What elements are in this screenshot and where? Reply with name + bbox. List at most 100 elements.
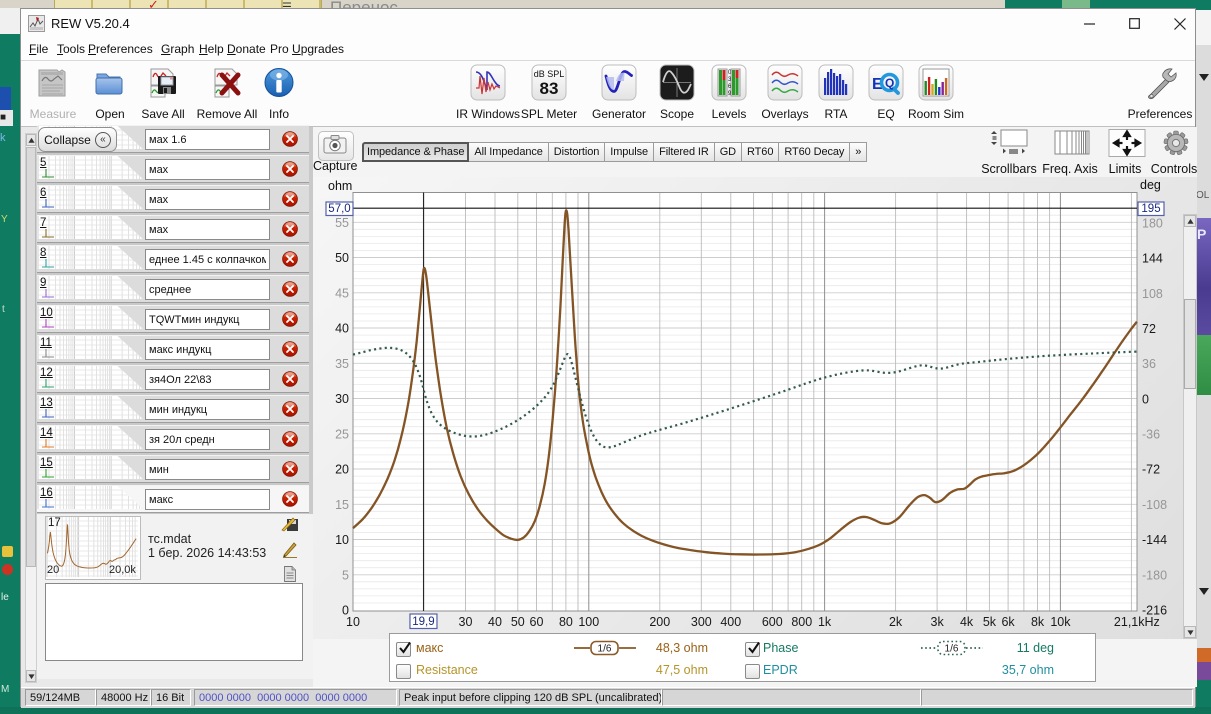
menu-preferences[interactable]: Preferences (88, 42, 153, 56)
measurement-notes-input[interactable] (45, 583, 303, 661)
delete-measurement-button[interactable] (282, 281, 298, 297)
measurement-name-input[interactable] (145, 129, 270, 150)
menu-donate[interactable]: Donate (227, 42, 266, 56)
maximize-button[interactable] (1112, 9, 1157, 38)
delete-measurement-button[interactable] (282, 371, 298, 387)
delete-measurement-button[interactable] (282, 431, 298, 447)
legend-checkbox-epdr[interactable] (745, 664, 760, 679)
measurement-row-12[interactable]: 12 (37, 365, 309, 393)
graph-scrollbar[interactable] (1183, 214, 1197, 639)
toolbar-ir-windows[interactable]: IR Windows (453, 64, 523, 121)
measurement-mini-graph (37, 396, 143, 419)
resistor-smoothing-icon[interactable]: 1/6 (574, 639, 636, 662)
status-cell-1: 48000 Hz (96, 689, 151, 706)
measurement-name-input[interactable] (145, 339, 270, 360)
measurement-row-7[interactable]: 7 (37, 215, 309, 243)
x-tick: 600 (762, 615, 783, 629)
measurement-index: 14 (40, 427, 53, 439)
measurement-row-13[interactable]: 13 (37, 395, 309, 423)
delete-measurement-button[interactable] (282, 341, 298, 357)
background-window-text: Перенос (330, 0, 398, 8)
scroll-up-button[interactable] (26, 134, 36, 146)
graph-button-controls[interactable]: Controls (1141, 129, 1207, 176)
measurement-row-11[interactable]: 11 (37, 335, 309, 363)
remove-all-icon (209, 64, 245, 101)
measurement-row-9[interactable]: 9 (37, 275, 309, 303)
scroll-down-button[interactable] (26, 670, 36, 682)
toolbar-info[interactable]: Info (244, 64, 314, 121)
tab-filtered-ir[interactable]: Filtered IR (654, 142, 715, 162)
delete-measurement-button[interactable] (282, 221, 298, 237)
legend-checkbox-phase[interactable] (745, 641, 760, 657)
svg-text:195: 195 (1141, 203, 1160, 215)
toolbar-spl-meter[interactable]: dB SPL 83 SPL Meter (514, 64, 584, 121)
sidebar-scrollbar-thumb[interactable] (26, 147, 36, 567)
delete-measurement-button[interactable] (282, 401, 298, 417)
delete-measurement-button[interactable] (282, 161, 298, 177)
measurement-name-input[interactable] (145, 189, 270, 210)
graph-scroll-up[interactable] (1184, 215, 1196, 227)
info-icon (261, 64, 297, 101)
measurement-row-15[interactable]: 15 (37, 455, 309, 483)
y-left-tick: 55 (335, 216, 349, 230)
menu-file[interactable]: File (29, 42, 48, 56)
measurement-name-input[interactable] (145, 279, 270, 300)
x-tick: 200 (649, 615, 670, 629)
toolbar-save-all[interactable]: Save All (128, 64, 198, 121)
scale-measurement-icon[interactable] (281, 516, 299, 532)
tab--[interactable]: » (850, 142, 868, 162)
delete-measurement-button[interactable] (282, 191, 298, 207)
tab-rt60[interactable]: RT60 (742, 142, 780, 162)
measurement-row[interactable]: Collapse « (37, 125, 309, 153)
delete-measurement-button[interactable] (282, 461, 298, 477)
measurement-name-input[interactable] (145, 309, 270, 330)
graph-scrollbar-thumb[interactable] (1184, 299, 1196, 389)
legend-checkbox-resistance[interactable] (396, 664, 411, 679)
delete-measurement-button[interactable] (282, 311, 298, 327)
delete-measurement-button[interactable] (282, 491, 298, 507)
measurement-name-input[interactable] (145, 459, 270, 480)
measurement-name-input[interactable] (145, 159, 270, 180)
sidebar-scrollbar[interactable] (25, 133, 37, 683)
measurement-name-input[interactable] (145, 369, 270, 390)
edit-comment-icon[interactable] (281, 542, 299, 558)
close-button[interactable] (1157, 9, 1202, 38)
collapse-button[interactable]: Collapse « (38, 127, 117, 152)
current-measurement-info: 17 20 20,0k тс.mdat 1 бер. 2026 14:43:53 (37, 514, 313, 679)
toolbar-preferences[interactable]: Preferences (1121, 64, 1199, 121)
measurement-name-input[interactable] (145, 489, 270, 510)
measurement-row-6[interactable]: 6 (37, 185, 309, 213)
measurement-name-input[interactable] (145, 219, 270, 240)
measurement-row-14[interactable]: 14 (37, 425, 309, 453)
notes-icon[interactable] (281, 566, 299, 582)
tab-impulse[interactable]: Impulse (605, 142, 655, 162)
tab-rt60-decay[interactable]: RT60 Decay (779, 142, 851, 162)
x-tick: 300 (691, 615, 712, 629)
minimize-button[interactable] (1067, 9, 1112, 38)
measurement-row-10[interactable]: 10 (37, 305, 309, 333)
graph-scroll-down[interactable] (1184, 626, 1196, 638)
measurement-row-8[interactable]: 8 (37, 245, 309, 273)
capture-button[interactable] (318, 131, 354, 161)
toolbar-room-sim[interactable]: Room Sim (901, 64, 971, 121)
menu-tools[interactable]: Tools (57, 42, 85, 56)
rta-icon (818, 64, 854, 101)
menu-pro-upgrades[interactable]: Pro Upgrades (270, 42, 344, 56)
delete-measurement-button[interactable] (282, 251, 298, 267)
measurement-row-16[interactable]: 16 (37, 485, 309, 513)
menu-help[interactable]: Help (199, 42, 224, 56)
graph-button-scrollbars[interactable]: Scrollbars (976, 129, 1042, 176)
measurement-row-5[interactable]: 5 (37, 155, 309, 183)
menu-graph[interactable]: Graph (161, 42, 194, 56)
thumb-freq-min: 20 (47, 564, 60, 576)
tab-gd[interactable]: GD (714, 142, 743, 162)
measurement-name-input[interactable] (145, 399, 270, 420)
measurement-name-input[interactable] (145, 429, 270, 450)
tab-impedance-phase[interactable]: Impedance & Phase (362, 142, 470, 162)
legend-checkbox-макс[interactable] (396, 641, 411, 657)
tab-distortion[interactable]: Distortion (548, 142, 606, 162)
delete-measurement-button[interactable] (282, 131, 298, 147)
measurement-mini-graph (37, 186, 143, 209)
measurement-name-input[interactable] (145, 249, 270, 270)
tab-all-impedance[interactable]: All Impedance (469, 142, 549, 162)
